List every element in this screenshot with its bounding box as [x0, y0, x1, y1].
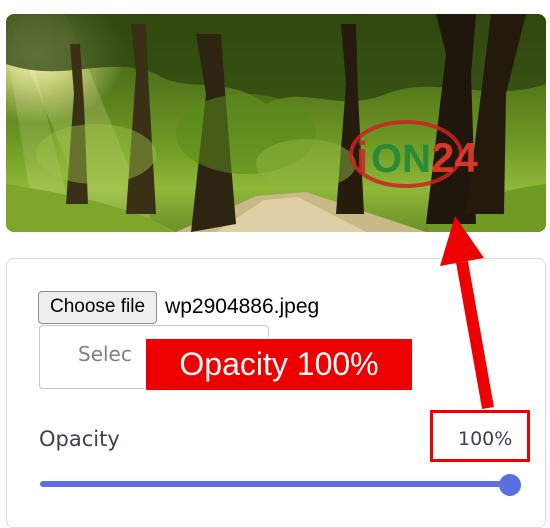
- annotation-callout: Opacity 100%: [144, 337, 414, 392]
- annotation-highlight-box: [430, 410, 530, 462]
- annotation-callout-text: Opacity 100%: [179, 346, 379, 382]
